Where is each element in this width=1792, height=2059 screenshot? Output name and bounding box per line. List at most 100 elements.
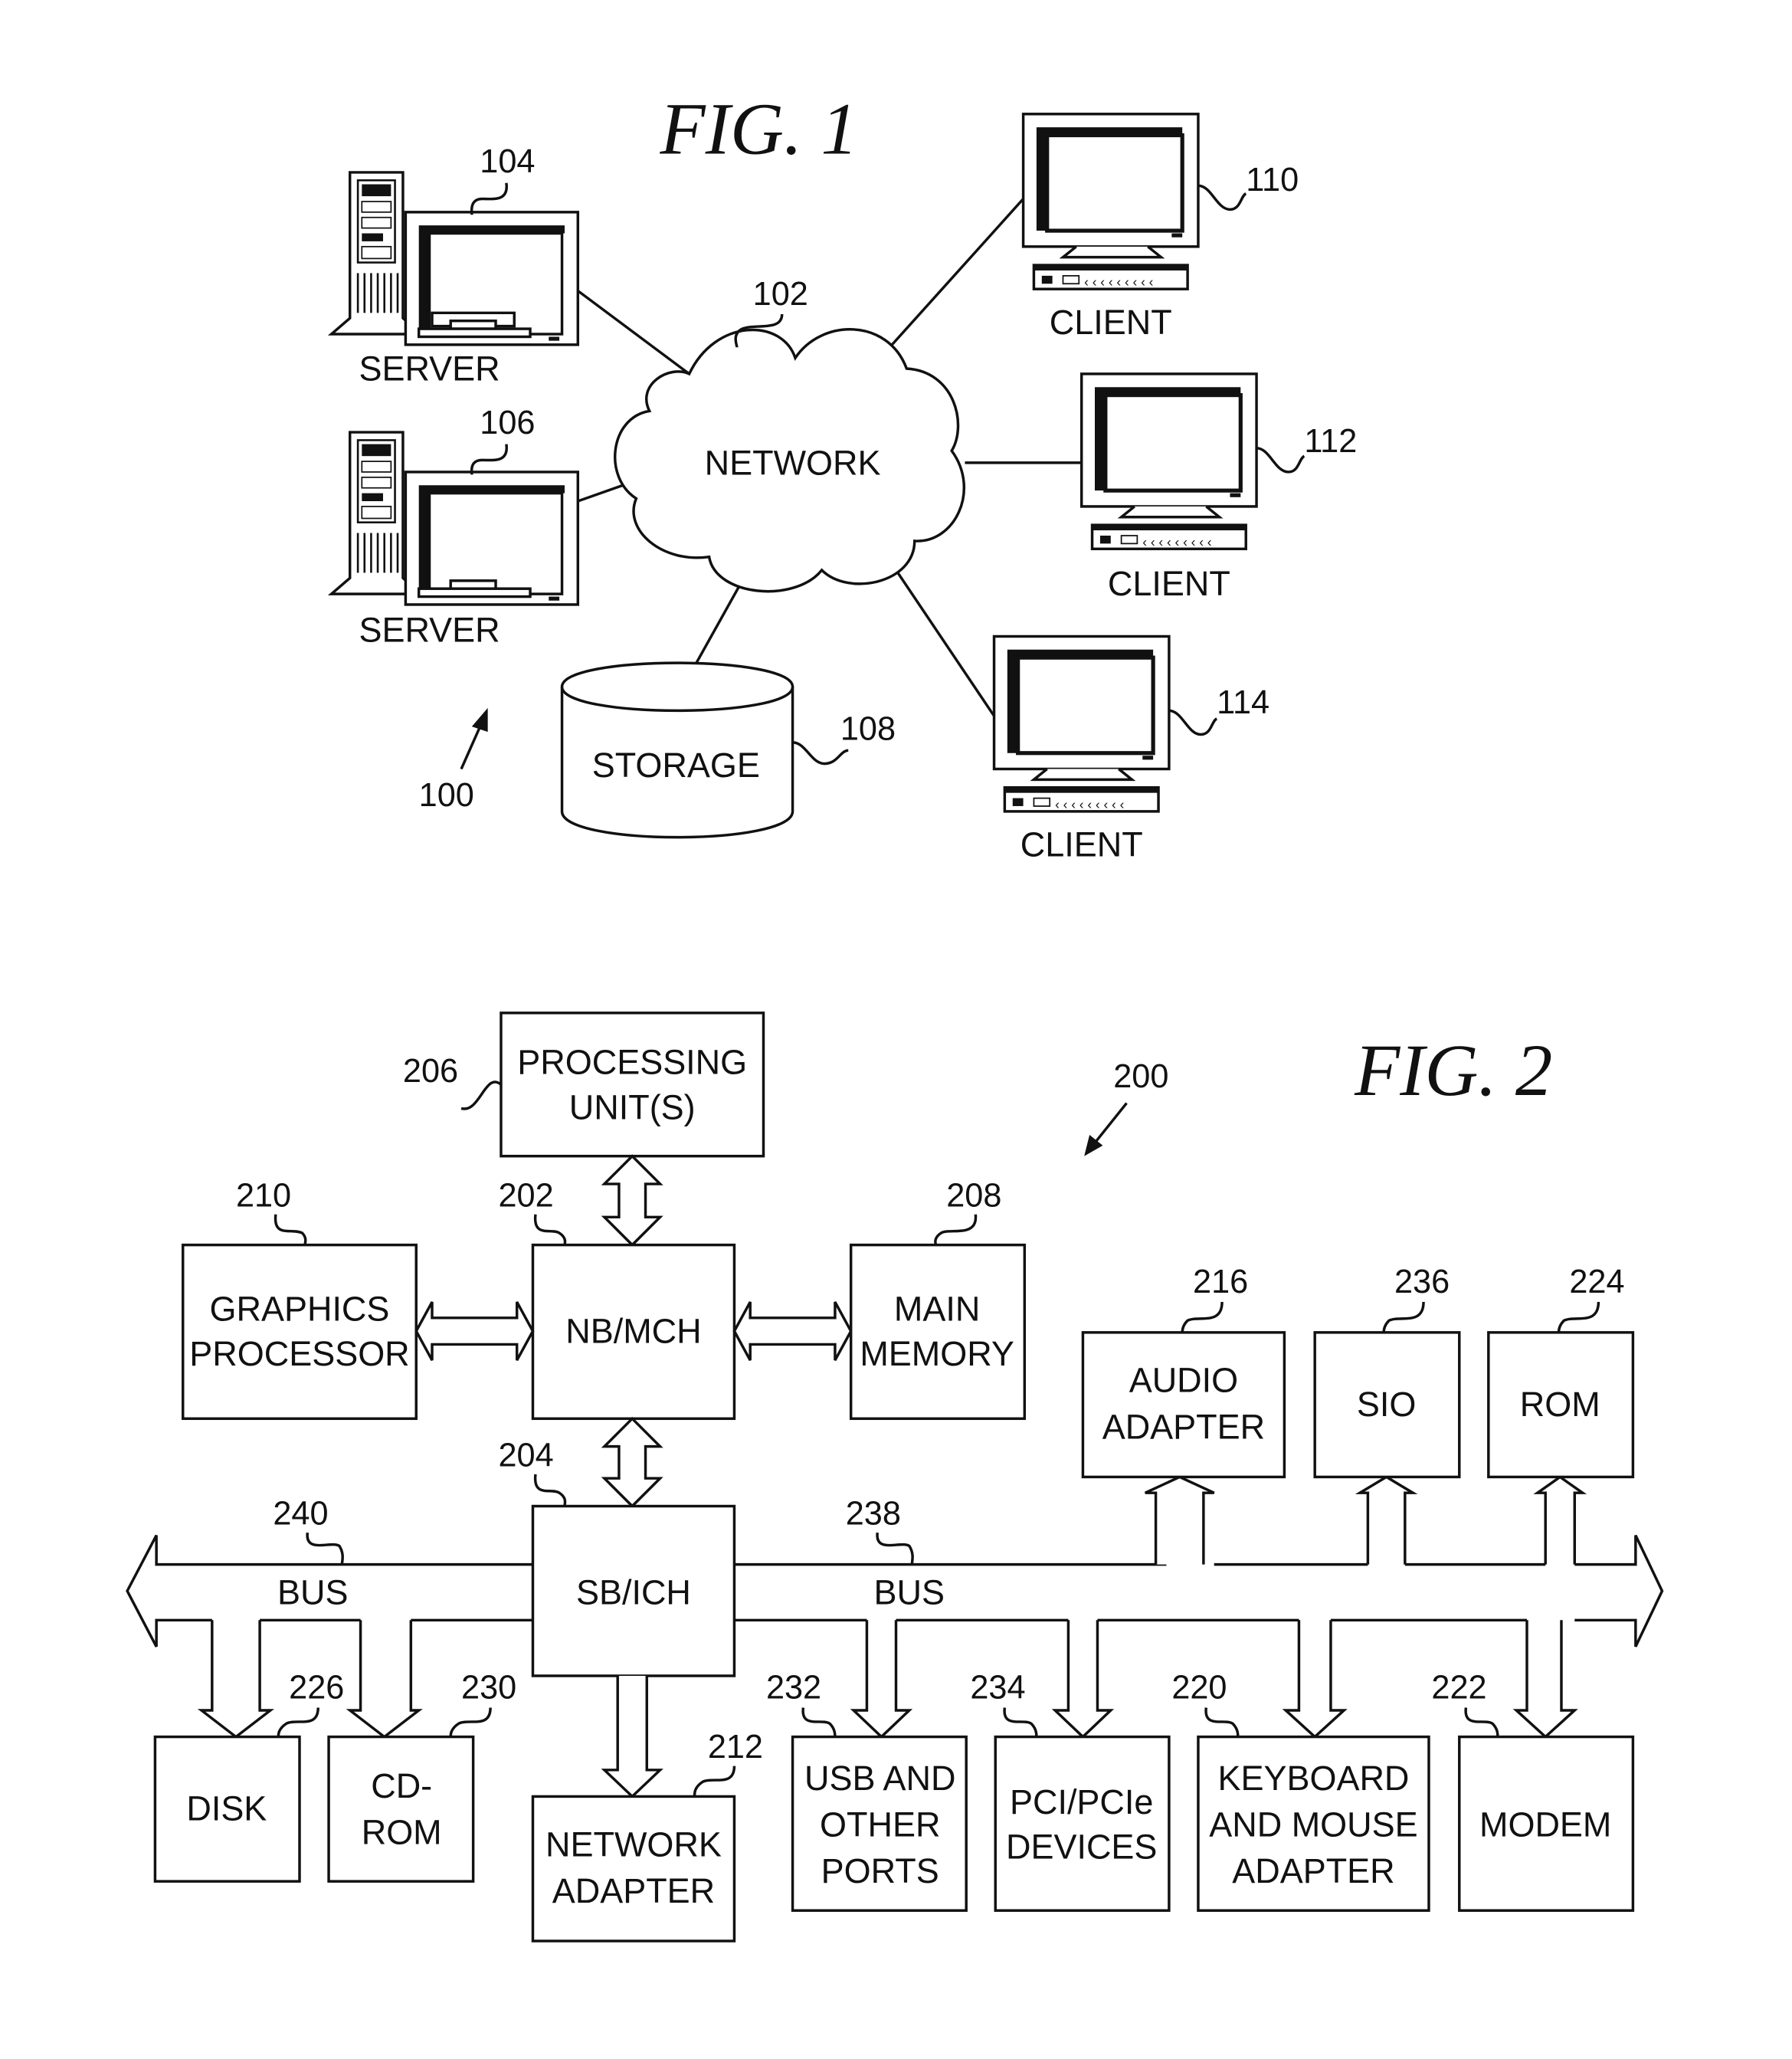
server-leader bbox=[470, 182, 508, 215]
processing-unit-206: PROCESSING UNIT(S) 206 bbox=[403, 1011, 765, 1158]
pci-ref: 234 bbox=[970, 1669, 1025, 1706]
nb-mch-202: NB/MCH 202 bbox=[498, 1177, 736, 1421]
main-memory-ref: 208 bbox=[946, 1177, 1001, 1214]
leader-line bbox=[449, 1707, 492, 1737]
usb-ref: 232 bbox=[766, 1669, 821, 1706]
keyboard-label-line1: KEYBOARD bbox=[1218, 1759, 1410, 1798]
server-ref: 104 bbox=[480, 143, 535, 180]
leader-line bbox=[1181, 1301, 1224, 1333]
server-label: SERVER bbox=[359, 610, 500, 649]
audio-ref: 216 bbox=[1193, 1264, 1248, 1300]
leader-line bbox=[1382, 1301, 1425, 1333]
network-ref: 102 bbox=[753, 276, 808, 313]
usb-label-line2: OTHER bbox=[820, 1805, 940, 1844]
leader-line bbox=[1557, 1301, 1600, 1333]
modem-ref: 222 bbox=[1431, 1669, 1486, 1706]
down-arrow-icon bbox=[197, 1620, 275, 1739]
processing-unit-ref: 206 bbox=[403, 1053, 458, 1090]
keyboard-label-line2: AND MOUSE bbox=[1209, 1805, 1417, 1844]
server-104: SERVER 104 bbox=[329, 143, 580, 389]
leader-line bbox=[534, 1214, 567, 1245]
cdrom-label-line1: CD- bbox=[371, 1766, 432, 1805]
leader-line bbox=[801, 1707, 837, 1737]
graphics-processor-210: GRAPHICS PROCESSOR 210 bbox=[182, 1177, 418, 1421]
link-client-110 bbox=[879, 198, 1024, 359]
server-106: SERVER 106 bbox=[329, 405, 580, 649]
leader-line bbox=[534, 1474, 567, 1507]
client-label: CLIENT bbox=[1050, 303, 1172, 342]
pci-label-line1: PCI/PCIe bbox=[1010, 1782, 1153, 1821]
leader-line bbox=[934, 1214, 978, 1245]
main-memory-label-line2: MEMORY bbox=[860, 1334, 1014, 1373]
server-ref: 106 bbox=[480, 405, 535, 441]
bidirectional-arrow-icon bbox=[601, 1154, 663, 1248]
up-arrow-icon bbox=[1533, 1475, 1587, 1565]
down-arrow-icon bbox=[1512, 1620, 1578, 1739]
audio-label-line2: ADAPTER bbox=[1102, 1407, 1265, 1446]
bus-ref: 240 bbox=[273, 1496, 328, 1533]
bus-label: BUS bbox=[277, 1573, 348, 1612]
system-ref: 100 bbox=[419, 777, 474, 814]
rom-224: ROM 224 bbox=[1487, 1264, 1635, 1479]
network-adapter-label-line2: ADAPTER bbox=[552, 1871, 715, 1910]
disk-ref: 226 bbox=[289, 1669, 344, 1706]
processing-unit-label-line2: UNIT(S) bbox=[569, 1087, 696, 1126]
client-ref: 112 bbox=[1304, 423, 1357, 460]
down-arrow-icon bbox=[601, 1675, 663, 1798]
network-adapter-label-line1: NETWORK bbox=[545, 1825, 722, 1864]
leader-line bbox=[1003, 1707, 1038, 1737]
bus-238: BUS 238 bbox=[846, 1496, 945, 1612]
usb-label-line1: USB AND bbox=[804, 1759, 955, 1798]
leader-line bbox=[277, 1707, 319, 1737]
up-arrow-icon bbox=[1145, 1475, 1215, 1565]
storage-label: STORAGE bbox=[592, 746, 760, 785]
bidirectional-arrow-icon bbox=[732, 1301, 853, 1362]
leader-line bbox=[460, 1080, 503, 1110]
arrow-icon bbox=[471, 707, 488, 733]
sb-ich-label: SB/ICH bbox=[576, 1573, 691, 1612]
fig1-title: FIG. 1 bbox=[660, 88, 858, 170]
down-arrow-icon bbox=[1051, 1620, 1115, 1739]
bus-label: BUS bbox=[874, 1573, 945, 1612]
cdrom-ref: 230 bbox=[461, 1669, 516, 1706]
client-computer-icon bbox=[1082, 374, 1256, 549]
modem-label: MODEM bbox=[1479, 1805, 1611, 1844]
audio-adapter-216: AUDIO ADAPTER 216 bbox=[1081, 1264, 1286, 1479]
leader-line bbox=[306, 1532, 344, 1565]
down-arrow-icon bbox=[346, 1620, 423, 1739]
client-computer-icon bbox=[994, 636, 1169, 811]
down-arrow-icon bbox=[1282, 1620, 1348, 1739]
fig2-title: FIG. 2 bbox=[1354, 1029, 1552, 1111]
system-ref: 200 bbox=[1113, 1058, 1168, 1095]
client-computer-icon bbox=[1024, 114, 1198, 290]
sio-ref: 236 bbox=[1394, 1264, 1450, 1300]
sio-label: SIO bbox=[1357, 1385, 1416, 1424]
network-label: NETWORK bbox=[705, 443, 881, 482]
client-ref: 110 bbox=[1246, 162, 1299, 198]
rom-ref: 224 bbox=[1569, 1264, 1624, 1300]
bidirectional-arrow-icon bbox=[601, 1416, 663, 1508]
graphics-ref: 210 bbox=[236, 1177, 291, 1214]
bus-240: BUS 240 bbox=[273, 1496, 348, 1612]
leader-line bbox=[1464, 1707, 1499, 1737]
pci-label-line2: DEVICES bbox=[1006, 1828, 1157, 1867]
bidirectional-arrow-icon bbox=[414, 1301, 535, 1362]
sio-236: SIO 236 bbox=[1313, 1264, 1461, 1479]
client-leader bbox=[1256, 447, 1306, 474]
client-110: CLIENT 110 bbox=[1024, 114, 1299, 342]
client-112: CLIENT 112 bbox=[1082, 374, 1357, 603]
leader-line bbox=[876, 1532, 914, 1565]
client-ref: 114 bbox=[1217, 684, 1269, 721]
cd-rom-230: CD- ROM 230 bbox=[327, 1669, 516, 1883]
leader-line bbox=[693, 1766, 736, 1797]
client-label: CLIENT bbox=[1108, 564, 1230, 603]
up-arrow-icon bbox=[1355, 1475, 1418, 1565]
storage-108: STORAGE 108 bbox=[560, 661, 896, 839]
client-label: CLIENT bbox=[1020, 825, 1143, 864]
keyboard-label-line3: ADAPTER bbox=[1232, 1851, 1394, 1890]
nb-mch-label: NB/MCH bbox=[565, 1312, 701, 1351]
cdrom-label-line2: ROM bbox=[362, 1813, 442, 1852]
server-leader bbox=[470, 444, 508, 475]
disk-label: DISK bbox=[186, 1789, 267, 1828]
graphics-label-line1: GRAPHICS bbox=[210, 1289, 390, 1328]
